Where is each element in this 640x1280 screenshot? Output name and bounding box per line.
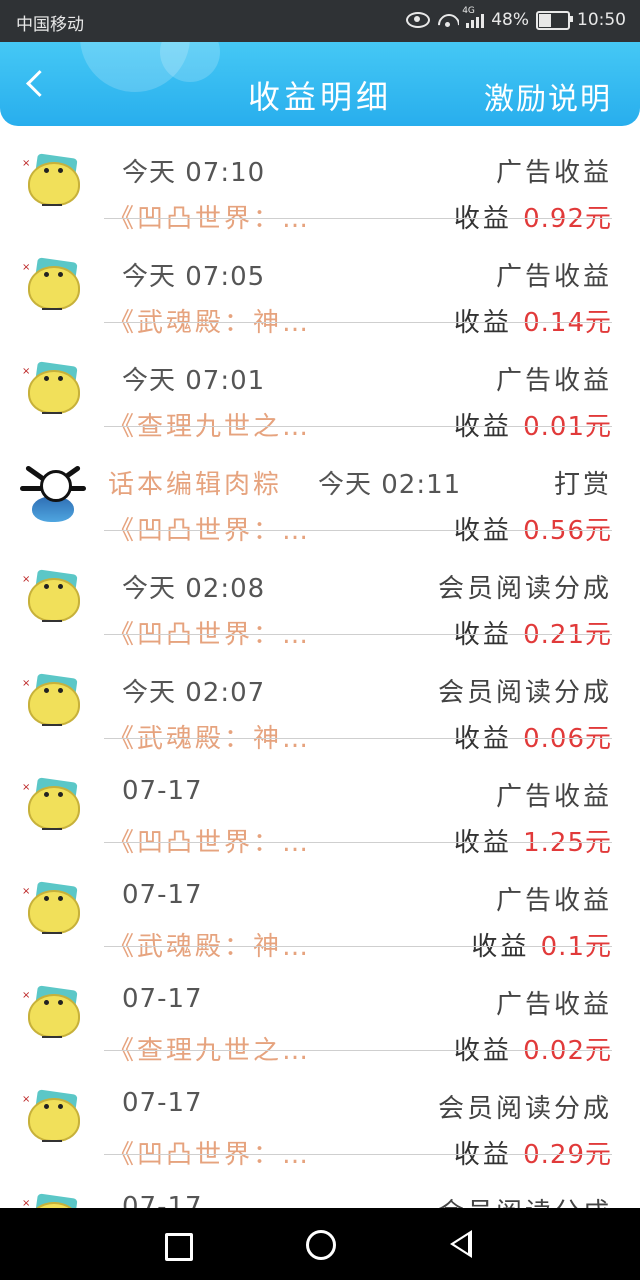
record-time: 今天 07:05 [122, 262, 266, 292]
income-amount: 收益 0.21元 [453, 620, 612, 650]
income-amount: 收益 0.1元 [471, 932, 612, 962]
income-record-row[interactable]: × 今天 07:05 广告收益 《武魂殿：神… 收益 0.14元 [0, 240, 640, 344]
user-avatar[interactable] [20, 462, 86, 528]
income-record-row[interactable]: × 今天 07:10 广告收益 《凹凸世界：… 收益 0.92元 [0, 136, 640, 240]
record-time: 07-17 [122, 880, 203, 910]
book-title: 《武魂殿：神… [108, 308, 312, 338]
avatar: × [22, 254, 84, 316]
income-record-row[interactable]: × 07-17 广告收益 《查理九世之… 收益 0.02元 [0, 968, 640, 1072]
book-title: 《武魂殿：神… [108, 724, 312, 754]
incentive-info-link[interactable]: 激励说明 [484, 74, 612, 118]
book-title: 《查理九世之… [108, 1036, 312, 1066]
network-type: 4G [462, 6, 475, 16]
income-type: 会员阅读分成 [437, 574, 612, 604]
record-time: 今天 02:11 [318, 470, 462, 500]
income-amount: 收益 1.25元 [453, 828, 612, 858]
income-amount: 收益 0.29元 [453, 1140, 612, 1170]
income-amount: 收益 0.56元 [453, 516, 612, 546]
income-type: 会员阅读分成 [437, 678, 612, 708]
row-divider [104, 1050, 612, 1051]
tipper-name[interactable]: 话本编辑肉粽 [108, 464, 282, 501]
income-record-row[interactable]: 话本编辑肉粽 今天 02:11 打赏 《凹凸世界：… 收益 0.56元 [0, 448, 640, 552]
row-divider [104, 218, 612, 219]
income-type: 广告收益 [495, 886, 612, 916]
row-divider [104, 842, 612, 843]
status-icons: 4G 48% 10:50 [406, 6, 626, 30]
avatar: × [22, 566, 84, 628]
income-amount: 收益 0.06元 [453, 724, 612, 754]
avatar: × [22, 670, 84, 732]
income-type: 广告收益 [495, 262, 612, 292]
book-title: 《凹凸世界：… [108, 828, 312, 858]
avatar: × [22, 982, 84, 1044]
income-type: 广告收益 [495, 158, 612, 188]
avatar: × [22, 1086, 84, 1148]
avatar: × [22, 150, 84, 212]
battery-percent: 48% [491, 10, 529, 30]
back-triangle-icon[interactable] [450, 1230, 472, 1258]
eye-comfort-icon [406, 12, 431, 28]
income-record-row[interactable]: × 今天 07:01 广告收益 《查理九世之… 收益 0.01元 [0, 344, 640, 448]
system-nav-bar [0, 1208, 640, 1280]
record-time: 今天 02:07 [122, 678, 266, 708]
record-time: 07-17 [122, 1088, 203, 1118]
income-amount: 收益 0.01元 [453, 412, 612, 442]
avatar: × [22, 774, 84, 836]
income-record-row[interactable]: × 今天 02:07 会员阅读分成 《武魂殿：神… 收益 0.06元 [0, 656, 640, 760]
income-record-row[interactable]: × 07-17 会员阅读分成 《凹凸世界：… 收益 0.29元 [0, 1072, 640, 1176]
income-amount: 收益 0.02元 [453, 1036, 612, 1066]
record-time: 今天 07:10 [122, 158, 266, 188]
income-type: 打赏 [553, 470, 612, 500]
battery-icon [536, 10, 573, 30]
home-icon[interactable] [306, 1230, 336, 1260]
row-divider [104, 530, 612, 531]
avatar: × [22, 878, 84, 940]
wifi-icon [437, 12, 459, 28]
row-divider [104, 738, 612, 739]
clock: 10:50 [577, 10, 626, 30]
income-type: 广告收益 [495, 782, 612, 812]
income-record-row[interactable]: × 07-17 广告收益 《凹凸世界：… 收益 1.25元 [0, 760, 640, 864]
header-bar: 收益明细 激励说明 [0, 42, 640, 126]
avatar: × [22, 358, 84, 420]
book-title: 《凹凸世界：… [108, 516, 312, 546]
row-divider [104, 634, 612, 635]
income-record-row[interactable]: × 今天 02:08 会员阅读分成 《凹凸世界：… 收益 0.21元 [0, 552, 640, 656]
record-time: 今天 07:01 [122, 366, 266, 396]
recent-apps-icon[interactable] [165, 1233, 193, 1261]
record-time: 07-17 [122, 776, 203, 806]
row-divider [104, 322, 612, 323]
row-divider [104, 1154, 612, 1155]
record-time: 今天 02:08 [122, 574, 266, 604]
book-title: 《查理九世之… [108, 412, 312, 442]
signal-icon: 4G [462, 6, 485, 28]
income-list: × 今天 07:10 广告收益 《凹凸世界：… 收益 0.92元 × 今天 07:… [0, 136, 640, 1280]
book-title: 《凹凸世界：… [108, 620, 312, 650]
row-divider [104, 426, 612, 427]
income-type: 广告收益 [495, 366, 612, 396]
row-divider [104, 946, 612, 947]
record-time: 07-17 [122, 984, 203, 1014]
book-title: 《凹凸世界：… [108, 204, 312, 234]
income-record-row[interactable]: × 07-17 广告收益 《武魂殿：神… 收益 0.1元 [0, 864, 640, 968]
carrier-label: 中国移动 [16, 15, 84, 35]
status-bar: 中国移动 4G 48% 10:50 [0, 0, 640, 42]
income-amount: 收益 0.92元 [453, 204, 612, 234]
income-type: 会员阅读分成 [437, 1094, 612, 1124]
book-title: 《凹凸世界：… [108, 1140, 312, 1170]
income-amount: 收益 0.14元 [453, 308, 612, 338]
book-title: 《武魂殿：神… [108, 932, 312, 962]
income-type: 广告收益 [495, 990, 612, 1020]
